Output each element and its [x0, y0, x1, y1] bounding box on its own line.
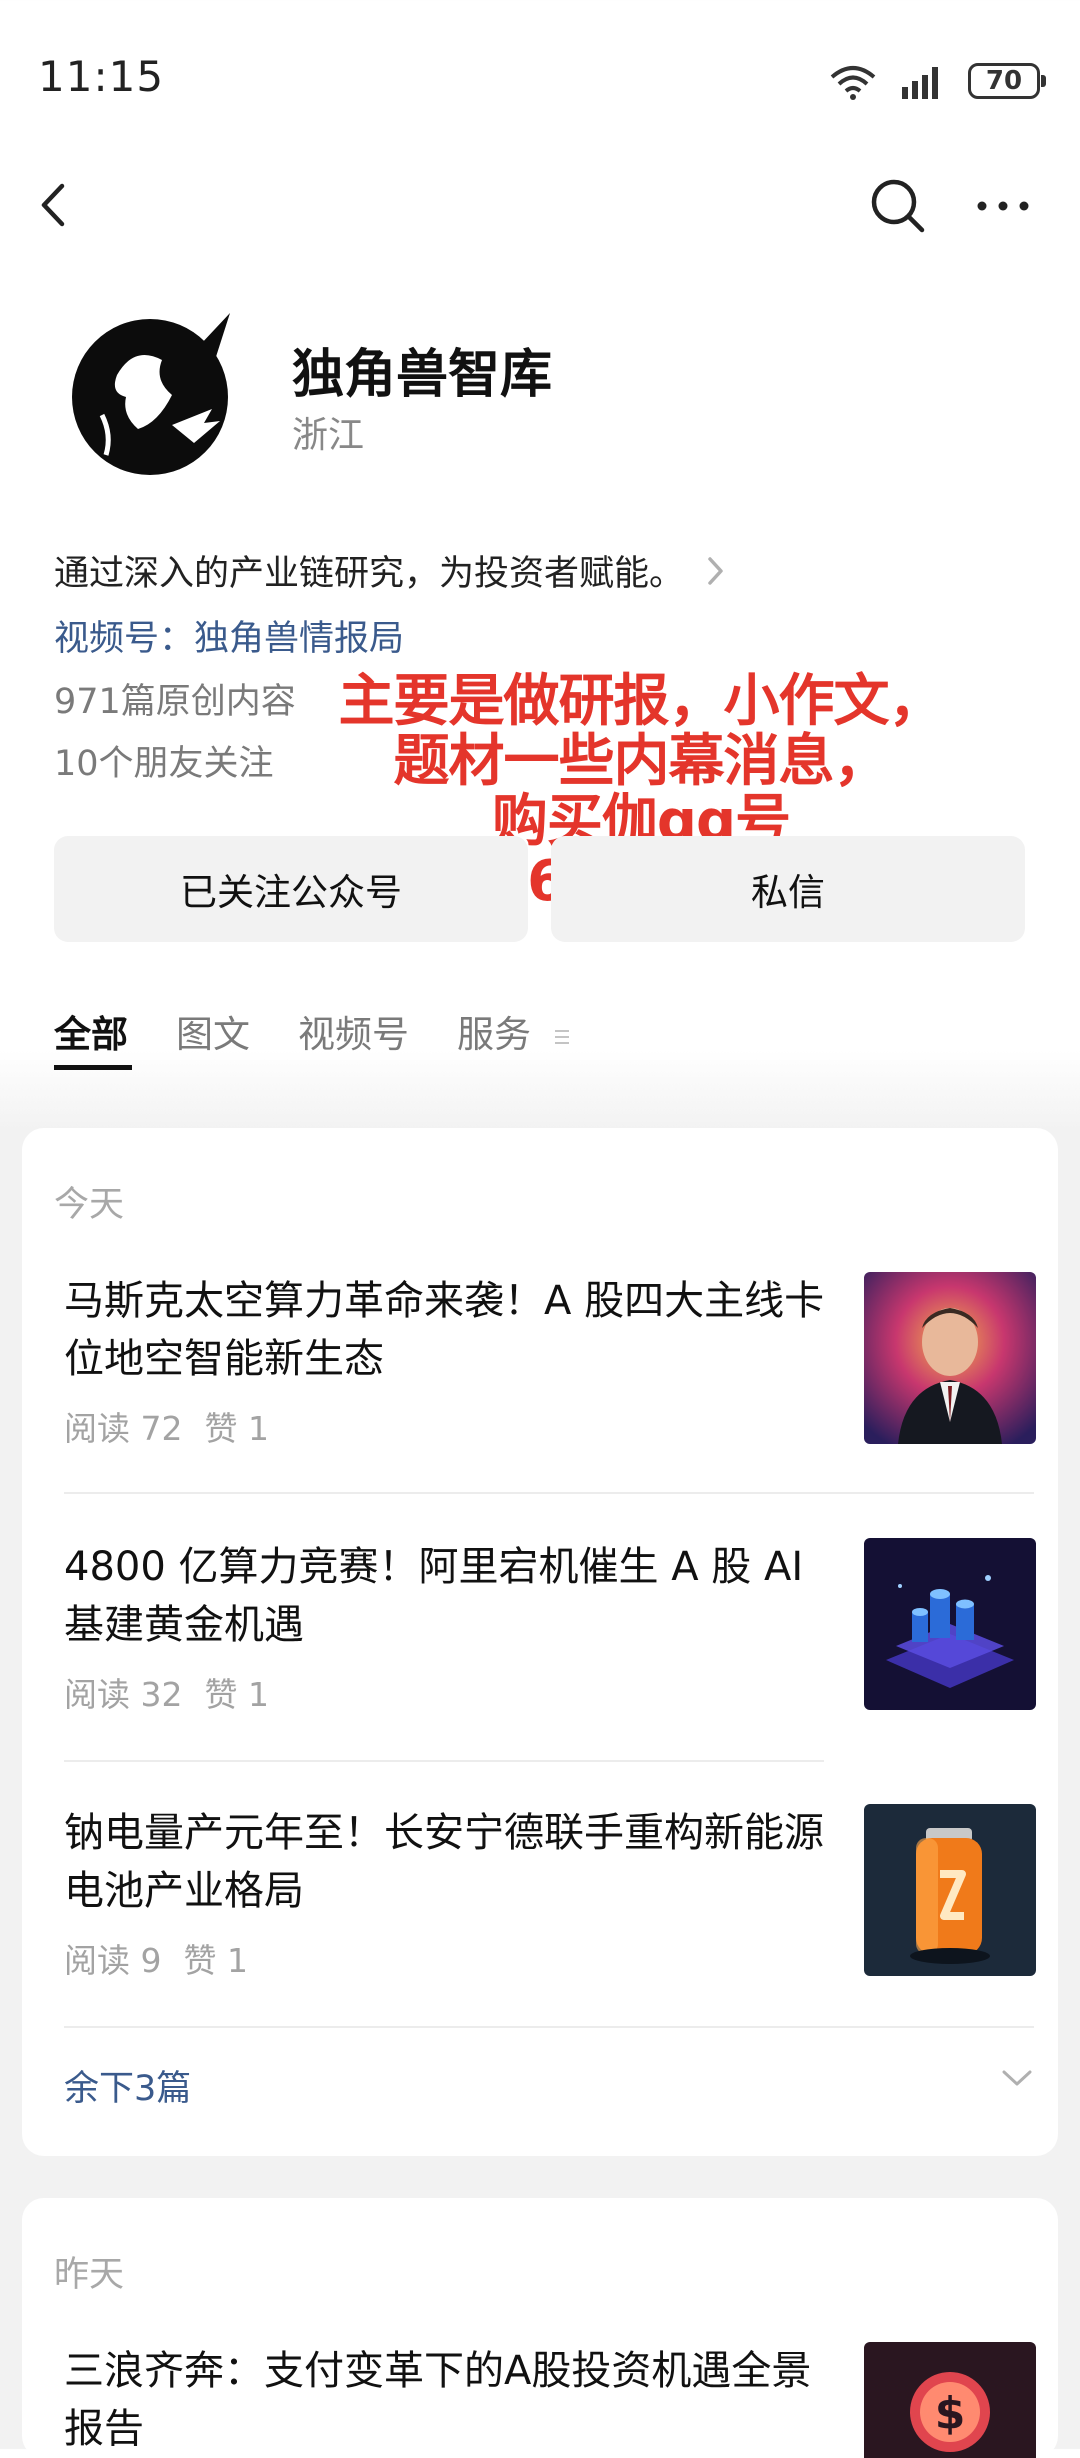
- account-name: 独角兽智库: [292, 345, 553, 405]
- tab-label: 服务: [457, 1013, 531, 1056]
- search-icon[interactable]: [862, 170, 932, 240]
- read-count: 阅读 72: [64, 1409, 183, 1448]
- tab-label: 视频号: [298, 1013, 409, 1056]
- day-label: 昨天: [54, 2255, 125, 2295]
- message-button[interactable]: 私信: [551, 836, 1025, 942]
- article-title: 马斯克太空算力革命来袭！A 股四大主线卡位地空智能新生态: [64, 1278, 825, 1382]
- avatar[interactable]: [62, 305, 242, 485]
- article-thumbnail: [864, 1272, 1036, 1444]
- content-tabs: 全部 图文 视频号 服务: [54, 1004, 619, 1074]
- article-title: 钠电量产元年至！长安宁德联手重构新能源电池产业格局: [64, 1810, 824, 1914]
- account-intro[interactable]: 通过深入的产业链研究，为投资者赋能。: [54, 545, 726, 596]
- article-thumbnail: $: [864, 2342, 1036, 2458]
- chevron-right-icon: [708, 556, 723, 585]
- article-thumbnail: [864, 1538, 1036, 1710]
- article-title: 4800 亿算力竞赛！阿里宕机催生 A 股 AI 基建黄金机遇: [64, 1544, 804, 1648]
- watermark-line: 主要是做研报，小作文，: [338, 669, 945, 734]
- svg-text:$: $: [935, 2388, 966, 2439]
- status-bar: 11:15 70: [0, 0, 1080, 160]
- tab-services[interactable]: 服务: [457, 1004, 571, 1064]
- article-item[interactable]: 马斯克太空算力革命来袭！A 股四大主线卡位地空智能新生态 阅读 72 赞 1: [64, 1272, 1036, 1452]
- more-articles-label: 余下3篇: [64, 2069, 192, 2109]
- divider: [64, 2026, 1034, 2028]
- article-item[interactable]: 钠电量产元年至！长安宁德联手重构新能源电池产业格局 阅读 9 赞 1: [64, 1804, 1036, 1984]
- original-content-count: 971篇原创内容: [54, 682, 296, 722]
- tab-label: 图文: [176, 1013, 250, 1056]
- wifi-icon: [830, 66, 876, 100]
- nav-bar: [0, 160, 1080, 270]
- video-channel-link[interactable]: 视频号：独角兽情报局: [54, 610, 404, 661]
- article-group-today: 今天 马斯克太空算力革命来袭！A 股四大主线卡位地空智能新生态 阅读 72 赞 1…: [22, 1128, 1058, 2156]
- article-title: 三浪齐奔：支付变革下的A股投资机遇全景报告: [64, 2348, 812, 2452]
- menu-icon: [554, 1029, 569, 1044]
- like-count: 赞 1: [183, 1941, 249, 1980]
- divider: [64, 1760, 824, 1762]
- account-intro-text: 通过深入的产业链研究，为投资者赋能。: [54, 554, 685, 594]
- account-region: 浙江: [292, 415, 365, 456]
- chevron-down-icon: [1002, 2070, 1032, 2086]
- more-articles-button[interactable]: 余下3篇: [64, 2050, 1034, 2120]
- battery-indicator: 70: [968, 63, 1046, 99]
- article-meta: 阅读 72 赞 1: [64, 1402, 269, 1450]
- day-label: 今天: [54, 1185, 125, 1225]
- signal-icon: [902, 67, 938, 99]
- watermark-line: 题材一些内幕消息，: [393, 729, 890, 794]
- like-count: 赞 1: [204, 1409, 269, 1448]
- read-count: 阅读 9: [64, 1941, 162, 1980]
- like-count: 赞 1: [204, 1675, 269, 1714]
- read-count: 阅读 32: [64, 1675, 183, 1714]
- tab-all[interactable]: 全部: [54, 1004, 132, 1070]
- tab-label: 全部: [54, 1013, 128, 1056]
- divider: [64, 1492, 1034, 1494]
- friends-following-count[interactable]: 10个朋友关注: [54, 735, 274, 786]
- article-group-yesterday: 昨天 三浪齐奔：支付变革下的A股投资机遇全景报告 $: [22, 2198, 1058, 2458]
- tab-articles[interactable]: 图文: [176, 1004, 250, 1064]
- article-thumbnail: [864, 1804, 1036, 1976]
- article-meta: 阅读 9 赞 1: [64, 1934, 248, 1982]
- article-meta: 阅读 32 赞 1: [64, 1668, 269, 1716]
- status-icons: 70: [828, 58, 1046, 104]
- back-arrow-icon[interactable]: [30, 170, 100, 240]
- tab-video[interactable]: 视频号: [298, 1004, 409, 1064]
- article-item[interactable]: 三浪齐奔：支付变革下的A股投资机遇全景报告 $: [64, 2342, 1036, 2458]
- followed-button[interactable]: 已关注公众号: [54, 836, 528, 942]
- more-icon[interactable]: [968, 170, 1038, 240]
- article-item[interactable]: 4800 亿算力竞赛！阿里宕机催生 A 股 AI 基建黄金机遇 阅读 32 赞 1: [64, 1538, 1036, 1718]
- status-time: 11:15: [38, 52, 165, 101]
